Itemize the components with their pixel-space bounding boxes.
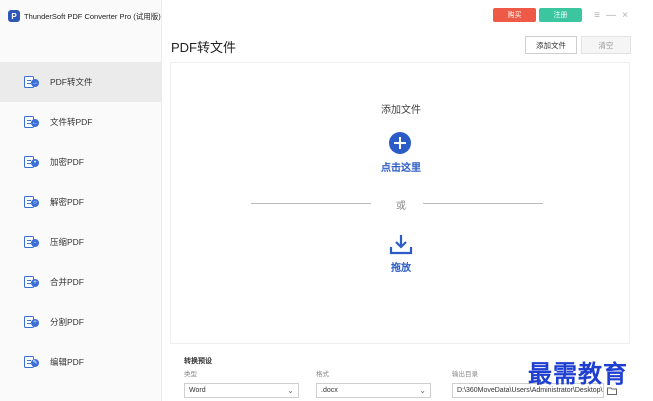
register-button[interactable]: 注册 xyxy=(539,8,582,22)
compress-pdf-icon: - xyxy=(24,236,40,248)
sidebar-item-encrypt-pdf[interactable]: • 加密PDF xyxy=(0,142,162,182)
edit-pdf-icon: ✎ xyxy=(24,356,40,368)
divider-right xyxy=(423,203,543,204)
merge-pdf-icon: + xyxy=(24,276,40,288)
sidebar-item-file-to-pdf[interactable]: ← 文件转PDF xyxy=(0,102,162,142)
add-files-heading: 添加文件 xyxy=(381,105,421,116)
file-to-pdf-icon: ← xyxy=(24,116,40,128)
sidebar-item-label: PDF转文件 xyxy=(50,77,93,87)
output-dir-label: 输出目录 xyxy=(452,371,478,378)
clear-button[interactable]: 清空 xyxy=(581,36,631,54)
pdf-to-file-icon: → xyxy=(24,76,40,88)
sidebar-item-label: 编辑PDF xyxy=(50,357,85,367)
sidebar-item-pdf-to-file[interactable]: → PDF转文件 xyxy=(0,62,162,102)
menu-icon[interactable]: ≡ xyxy=(591,8,603,22)
type-select-value: Word xyxy=(189,387,206,394)
decrypt-pdf-icon: ○ xyxy=(24,196,40,208)
page-title: PDF转文件 xyxy=(171,40,237,55)
watermark-text: 最需教育 xyxy=(528,359,628,388)
format-label: 格式 xyxy=(316,371,329,378)
sidebar-item-decrypt-pdf[interactable]: ○ 解密PDF xyxy=(0,182,162,222)
download-tray-icon xyxy=(389,235,413,255)
encrypt-pdf-icon: • xyxy=(24,156,40,168)
sidebar-item-label: 合并PDF xyxy=(50,277,85,287)
format-select[interactable]: .docx ⌄ xyxy=(316,383,431,398)
sidebar-item-label: 压缩PDF xyxy=(50,237,85,247)
sidebar-item-edit-pdf[interactable]: ✎ 编辑PDF xyxy=(0,342,162,382)
buy-button[interactable]: 购买 xyxy=(493,8,536,22)
file-drop-zone[interactable]: 添加文件 点击这里 或 拖放 xyxy=(170,62,630,344)
close-icon[interactable]: × xyxy=(619,8,631,22)
sidebar-item-split-pdf[interactable]: ÷ 分割PDF xyxy=(0,302,162,342)
or-separator: 或 xyxy=(396,201,406,212)
sidebar-item-merge-pdf[interactable]: + 合并PDF xyxy=(0,262,162,302)
add-files-button[interactable]: 添加文件 xyxy=(525,36,577,54)
add-circle-icon[interactable] xyxy=(389,132,411,154)
sidebar-item-compress-pdf[interactable]: - 压缩PDF xyxy=(0,222,162,262)
click-here-link[interactable]: 点击这里 xyxy=(171,159,631,174)
sidebar-item-label: 加密PDF xyxy=(50,157,85,167)
chevron-down-icon: ⌄ xyxy=(287,386,294,395)
drag-drop-label: 拖放 xyxy=(391,263,411,274)
sidebar-item-label: 解密PDF xyxy=(50,197,85,207)
sidebar-item-label: 文件转PDF xyxy=(50,117,93,127)
sidebar-item-label: 分割PDF xyxy=(50,317,85,327)
split-pdf-icon: ÷ xyxy=(24,316,40,328)
sidebar-nav: → PDF转文件 ← 文件转PDF • 加密PDF ○ 解密PDF - 压缩PD… xyxy=(0,62,162,382)
sidebar: P ThunderSoft PDF Converter Pro (试用版) → … xyxy=(0,0,162,401)
minimize-icon[interactable]: — xyxy=(605,8,617,22)
app-logo-icon: P xyxy=(8,10,20,22)
type-select[interactable]: Word ⌄ xyxy=(184,383,299,398)
app-title-text: ThunderSoft PDF Converter Pro (试用版) xyxy=(24,11,161,21)
chevron-down-icon: ⌄ xyxy=(419,386,426,395)
conversion-preset-title: 转换预设 xyxy=(184,358,212,365)
type-label: 类型 xyxy=(184,371,197,378)
format-select-value: .docx xyxy=(321,387,338,394)
app-title: P ThunderSoft PDF Converter Pro (试用版) xyxy=(8,9,161,23)
